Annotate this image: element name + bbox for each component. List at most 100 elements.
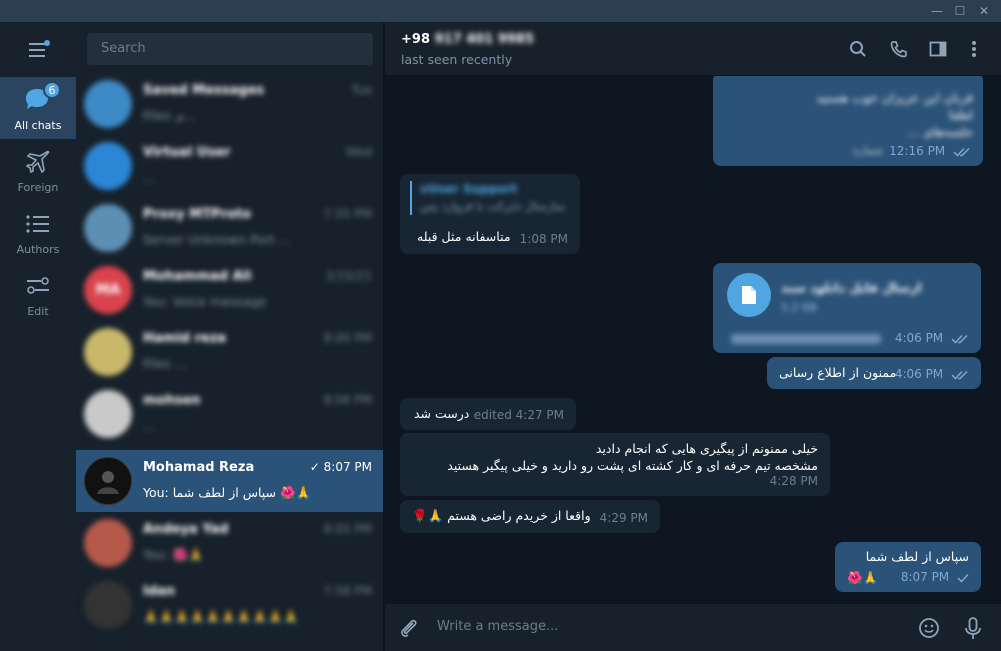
- chat-time: 7:55 PM: [323, 207, 372, 221]
- chat-time: 8:05 PM: [323, 522, 372, 536]
- file-size: 5.2 KB: [781, 301, 817, 314]
- smiley-icon: [919, 618, 939, 638]
- message-time: 1:08 PM: [519, 232, 568, 246]
- message-outgoing[interactable]: قربان این عزیزان خوب هستید لطفا جلسه‌های…: [713, 76, 983, 166]
- close-button[interactable]: ✕: [972, 0, 996, 22]
- preview-sender: You:: [143, 485, 169, 500]
- message-incoming[interactable]: خیلی ممنونم از پیگیری هایی که انجام دادی…: [400, 433, 830, 496]
- chat-time: 8:00 PM: [323, 331, 372, 345]
- preview-emoji: 🌺🙏: [280, 485, 312, 500]
- chat-title[interactable]: +98 917 401 9985: [401, 32, 534, 47]
- chat-name: mohsen: [143, 393, 201, 408]
- phone-number-hidden: 917 401 9985: [434, 32, 535, 47]
- airplane-icon: [23, 147, 53, 177]
- minimize-button[interactable]: —: [925, 0, 949, 22]
- list-icon: [23, 209, 53, 239]
- chat-name: Idan: [143, 584, 176, 599]
- file-name: ارسال فایل دانلود سند: [781, 280, 922, 295]
- chat-row[interactable]: MA Mohammad Ali 2/15/21 You: Voice messa…: [76, 259, 383, 321]
- message-text: قربان این عزیزان خوب هستید لطفا جلسه‌های…: [816, 90, 973, 139]
- check-icon: [957, 573, 969, 583]
- chat-row[interactable]: Saved Messages Tue Files ی...: [76, 73, 383, 135]
- message-outgoing[interactable]: ممنون از اطلاع رسانی 4:06 PM: [767, 357, 981, 389]
- message-time-value: 12:16 PM: [889, 144, 946, 158]
- double-check-icon: [951, 370, 968, 380]
- chat-time: 2/15/21: [325, 269, 372, 283]
- chat-name: Hamid reza: [143, 331, 227, 346]
- chat-time: Tue: [351, 83, 373, 97]
- phone-prefix: +98: [401, 32, 430, 47]
- file-download-button[interactable]: [727, 273, 771, 317]
- folder-all-chats[interactable]: 6 All chats: [0, 77, 76, 139]
- main-menu-button[interactable]: [28, 40, 50, 58]
- avatar: [84, 142, 132, 190]
- avatar: [84, 581, 132, 629]
- preview-text: سپاس از لطف شما: [172, 485, 277, 500]
- chat-name: Mohamad Reza: [143, 460, 255, 475]
- message-composer: Write a message...: [385, 603, 1001, 651]
- chat-time: 7:58 PM: [323, 584, 372, 598]
- chat-header: +98 917 401 9985 last seen recently: [385, 22, 1001, 76]
- emoji-button[interactable]: [917, 616, 941, 640]
- chat-preview: Server Unknown Port ...: [143, 232, 291, 247]
- check-icon: ✓: [309, 460, 320, 474]
- unread-badge: 6: [43, 81, 61, 99]
- folder-label: Edit: [27, 305, 49, 318]
- maximize-button[interactable]: ☐: [948, 0, 972, 22]
- message-text: درست شد: [414, 406, 470, 421]
- folder-label: Foreign: [17, 181, 59, 194]
- folder-authors[interactable]: Authors: [0, 201, 76, 263]
- search-icon: [850, 41, 866, 57]
- chat-row[interactable]: Andeya Yad 8:05 PM You: 🌺🙏: [76, 512, 383, 574]
- message-outgoing-file[interactable]: ارسال فایل دانلود سند 5.2 KB 4:06 PM: [713, 263, 981, 353]
- double-check-icon: [953, 147, 970, 157]
- toggle-sidebar-button[interactable]: [927, 38, 949, 60]
- chat-preview: Files ...: [143, 356, 187, 371]
- message-time: 4:06 PM: [895, 366, 969, 383]
- call-button[interactable]: [888, 38, 910, 60]
- chat-preview: You: سپاس از لطف شما 🌺🙏: [143, 485, 371, 501]
- chat-name: Mohammad Ali: [143, 269, 252, 284]
- chats-icon: 6: [23, 81, 61, 115]
- message-incoming[interactable]: 🌹🙏 واقعا از خریدم راضی هستم 4:29 PM: [400, 500, 660, 533]
- more-icon: [972, 41, 976, 57]
- attach-button[interactable]: [397, 616, 421, 640]
- more-button[interactable]: [963, 38, 985, 60]
- chat-time: 8:06 PM: [323, 393, 372, 407]
- message-time-value: 4:06 PM: [894, 331, 944, 345]
- sliders-icon: [23, 271, 53, 301]
- chat-row[interactable]: Proxy MTProto 7:55 PM Server Unknown Por…: [76, 197, 383, 259]
- message-incoming-reply[interactable]: vUser Support سارسال دایرکت با فروارد پس…: [400, 174, 580, 254]
- folder-foreign[interactable]: Foreign: [0, 139, 76, 201]
- message-text-line: شماره: [853, 144, 884, 157]
- file-icon: [742, 286, 756, 304]
- chat-row[interactable]: Hamid reza 8:00 PM Files ...: [76, 321, 383, 383]
- file-caption: [731, 334, 881, 344]
- chat-name: Saved Messages: [143, 83, 265, 98]
- chat-status: last seen recently: [401, 52, 513, 67]
- chat-row[interactable]: Virtual User Wed ...: [76, 135, 383, 197]
- message-text: 🌹🙏 واقعا از خریدم راضی هستم: [412, 507, 591, 524]
- message-time: 4:29 PM: [599, 511, 648, 525]
- microphone-icon: [965, 617, 981, 639]
- chat-time: Wed: [345, 145, 372, 159]
- search-button[interactable]: [847, 38, 869, 60]
- message-emoji: 🌹🙏: [412, 508, 444, 523]
- avatar: [84, 457, 132, 505]
- chat-row[interactable]: mohsen 8:06 PM ...: [76, 383, 383, 445]
- search-input[interactable]: Search: [87, 33, 373, 65]
- chat-name: Andeya Yad: [143, 522, 229, 537]
- avatar: [84, 80, 132, 128]
- chat-row-mohamad-reza[interactable]: Mohamad Reza ✓ 8:07 PM You: سپاس از لطف …: [76, 450, 383, 512]
- reply-preview[interactable]: vUser Support سارسال دایرکت با فروارد پس: [410, 181, 570, 215]
- avatar: [84, 390, 132, 438]
- message-outgoing[interactable]: سپاس از لطف شما 🌺🙏 8:07 PM: [835, 542, 981, 592]
- chat-time-value: 8:07 PM: [323, 460, 372, 474]
- voice-record-button[interactable]: [961, 616, 985, 640]
- message-input[interactable]: Write a message...: [437, 619, 558, 634]
- message-incoming[interactable]: درست شد edited 4:27 PM: [400, 398, 576, 430]
- avatar: [84, 519, 132, 567]
- chat-row[interactable]: Idan 7:58 PM 🙏🙏🙏🙏🙏🙏🙏🙏🙏🙏: [76, 574, 383, 636]
- folder-edit[interactable]: Edit: [0, 263, 76, 325]
- message-time: 4:28 PM: [769, 474, 818, 488]
